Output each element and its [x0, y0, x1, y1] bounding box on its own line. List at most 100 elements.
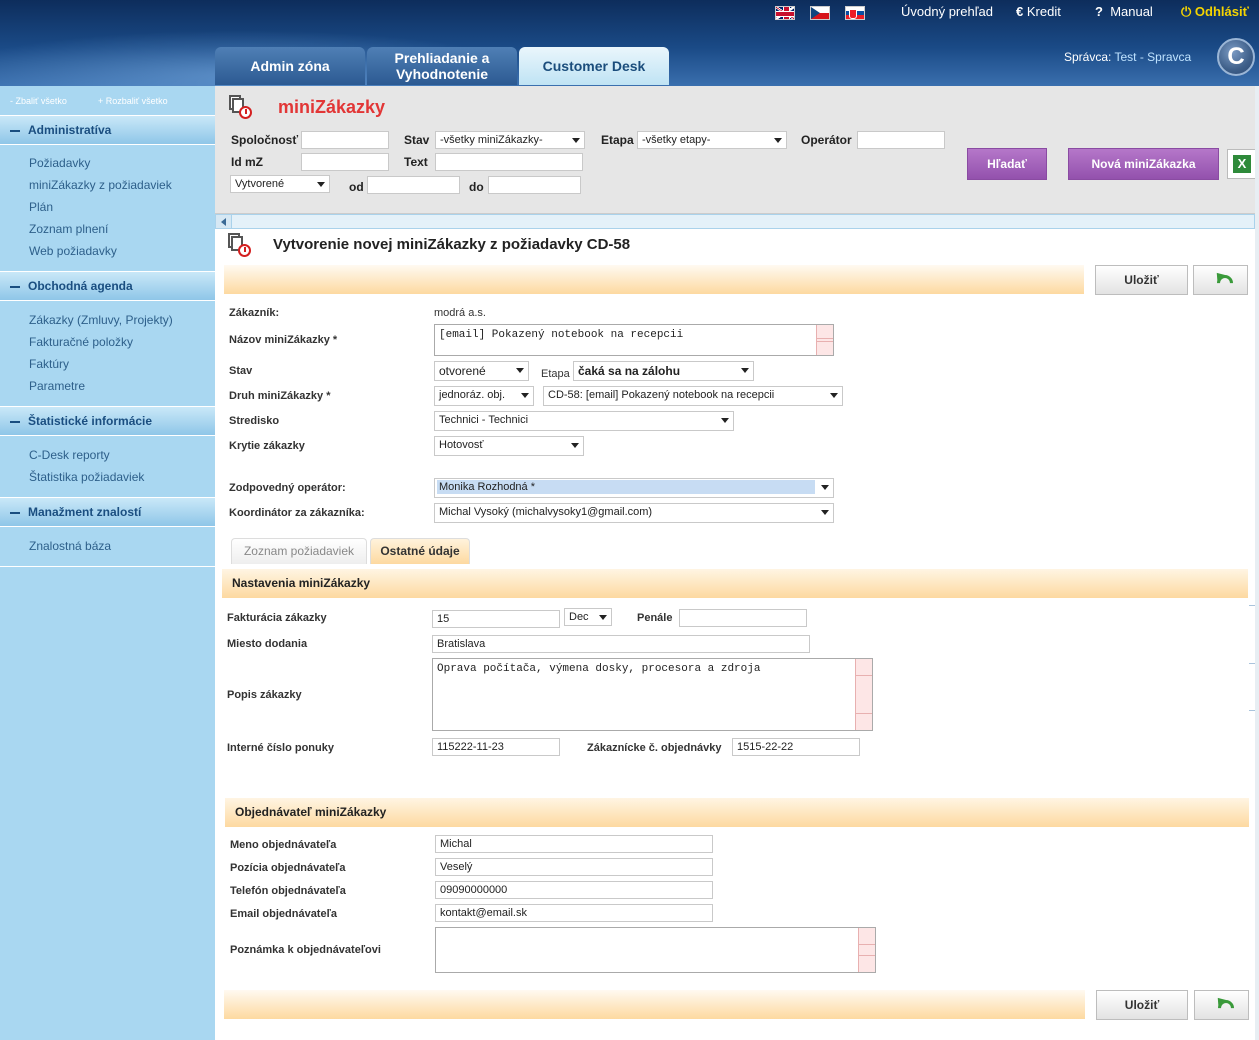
expand-all-link[interactable]: + Rozbaliť všetko: [98, 96, 168, 106]
cz-flag-icon[interactable]: [810, 6, 830, 20]
scroll-left-icon[interactable]: [216, 215, 232, 228]
back-button-bottom[interactable]: [1194, 990, 1249, 1020]
manual-link-label: Manual: [1110, 4, 1153, 19]
name-label: Názov miniZákazky *: [229, 334, 338, 346]
billing-unit-select[interactable]: Dec: [564, 608, 612, 626]
billing-input[interactable]: 15: [432, 610, 560, 628]
sidebar-item-cdesk-reporty[interactable]: C-Desk reporty: [29, 448, 110, 462]
toolbar-bar-top: [224, 265, 1084, 294]
request-select[interactable]: CD-58: [email] Pokazený notebook na rece…: [543, 386, 843, 406]
orderer-phone-input[interactable]: 09090000000: [435, 881, 713, 899]
order-input[interactable]: 1515-22-22: [732, 738, 860, 756]
sidebar-section-manazment-znalosti[interactable]: Manažment znalostí: [0, 497, 215, 527]
operator-input[interactable]: [857, 131, 945, 149]
sidebar-section-statisticke-informacie[interactable]: Štatistické informácie: [0, 406, 215, 436]
text-input[interactable]: [435, 153, 583, 171]
operator-label: Operátor: [801, 133, 852, 147]
orderer-email-input[interactable]: kontakt@email.sk: [435, 904, 713, 922]
to-label: do: [469, 180, 484, 194]
horizontal-scrollbar[interactable]: [215, 214, 1255, 229]
id-input[interactable]: [301, 153, 389, 171]
coverage-select[interactable]: Hotovosť: [434, 436, 584, 456]
date-to-input[interactable]: [488, 176, 581, 194]
sidebar-item-plan[interactable]: Plán: [29, 200, 53, 214]
tab-other-data[interactable]: Ostatné údaje: [370, 538, 470, 564]
sidebar-item-minizakazky[interactable]: miniZákazky z požiadaviek: [29, 178, 172, 192]
header: Úvodný prehľad € Kredit ? Manual ⏻ Odhlá…: [0, 0, 1259, 86]
stage-label: Etapa: [541, 368, 570, 380]
stage-select[interactable]: čaká sa na zálohu: [573, 361, 754, 381]
page-title: Vytvorenie novej miniZákazky z požiadavk…: [273, 236, 631, 253]
orderer-email-label: Email objednávateľa: [230, 908, 337, 920]
company-input[interactable]: [301, 131, 389, 149]
offer-input[interactable]: 115222-11-23: [432, 738, 560, 756]
admin-name: Test - Spravca: [1114, 50, 1192, 64]
tab-customer-desk[interactable]: Customer Desk: [519, 47, 669, 85]
orderer-position-input[interactable]: Veselý: [435, 858, 713, 876]
manual-link[interactable]: ? Manual: [1095, 4, 1153, 19]
operator-select[interactable]: Monika Rozhodná *: [434, 478, 834, 498]
collapse-icon: [10, 511, 20, 514]
credit-link[interactable]: € Kredit: [1016, 4, 1061, 19]
back-button-top[interactable]: [1193, 265, 1248, 295]
penalty-input[interactable]: [679, 609, 807, 627]
sidebar-item-znalostna-baza[interactable]: Znalostná báza: [29, 539, 111, 553]
sk-flag-icon[interactable]: [845, 6, 865, 20]
offer-label: Interné číslo ponuky: [227, 742, 334, 754]
penalty-label: Penále: [637, 612, 673, 624]
orderer-note-textarea[interactable]: [435, 927, 876, 973]
status-label: Stav: [404, 133, 430, 147]
type-label: Druh miniZákazky *: [229, 390, 331, 402]
status-select[interactable]: -všetky miniZákazky-: [435, 131, 585, 149]
excel-export-button[interactable]: X: [1227, 149, 1257, 179]
coordinator-label: Koordinátor za zákazníka:: [229, 507, 365, 519]
type-select[interactable]: jednoráz. obj.: [434, 386, 534, 406]
en-flag-icon[interactable]: [775, 6, 795, 20]
logout-link-label: Odhlásiť: [1194, 4, 1249, 19]
orderer-section-header: Objednávateľ miniZákazky: [225, 798, 1249, 827]
sidebar-item-statistika-poziadaviek[interactable]: Štatistika požiadaviek: [29, 470, 144, 484]
coordinator-select[interactable]: Michal Vysoký (michalvysoky1@gmail.com): [434, 503, 834, 523]
sidebar-item-poziadavky[interactable]: Požiadavky: [29, 156, 90, 170]
center-select[interactable]: Technici - Technici: [434, 411, 734, 431]
logout-link[interactable]: ⏻ Odhlásiť: [1181, 4, 1249, 20]
right-edge: [1255, 86, 1259, 1040]
description-textarea[interactable]: Oprava počítača, výmena dosky, procesora…: [432, 658, 873, 731]
sidebar-item-fakturacne-polozky[interactable]: Fakturačné položky: [29, 335, 133, 349]
sidebar-item-zoznam-plneni[interactable]: Zoznam plnení: [29, 222, 108, 236]
save-button-top[interactable]: Uložiť: [1095, 265, 1188, 295]
date-type-select[interactable]: Vytvorené: [230, 175, 330, 193]
sidebar-section-title: Manažment znalostí: [28, 505, 142, 519]
billing-label: Fakturácia zákazky: [227, 612, 327, 624]
search-button[interactable]: Hľadať: [967, 148, 1047, 180]
name-textarea-scrollbar[interactable]: [816, 325, 833, 355]
orderer-name-input[interactable]: Michal: [435, 835, 713, 853]
save-button-bottom[interactable]: Uložiť: [1096, 990, 1188, 1020]
place-input[interactable]: Bratislava: [432, 635, 810, 653]
order-label: Zákaznícke č. objednávky: [587, 742, 722, 754]
from-label: od: [349, 180, 364, 194]
note-textarea-scrollbar[interactable]: [858, 928, 875, 972]
sidebar-section-obchodna-agenda[interactable]: Obchodná agenda: [0, 271, 215, 301]
date-from-input[interactable]: [367, 176, 460, 194]
sidebar-section-title: Štatistické informácie: [28, 414, 153, 428]
overview-link[interactable]: Úvodný prehľad: [901, 4, 993, 19]
sidebar-item-parametre[interactable]: Parametre: [29, 379, 85, 393]
stage-select[interactable]: -všetky etapy-: [637, 131, 787, 149]
new-minizakazka-button[interactable]: Nová miniZákazka: [1068, 148, 1219, 180]
sidebar-item-web-poziadavky[interactable]: Web požiadavky: [29, 244, 117, 258]
name-textarea[interactable]: [email] Pokazený notebook na recepcii: [434, 324, 834, 356]
admin-label: Správca:: [1064, 50, 1112, 64]
collapse-all-link[interactable]: - Zbaliť všetko: [10, 96, 67, 106]
tab-admin-zone[interactable]: Admin zóna: [215, 47, 365, 85]
minizakazky-icon: [229, 95, 252, 119]
sidebar-item-zakazky[interactable]: Zákazky (Zmluvy, Projekty): [29, 313, 173, 327]
tab-request-list[interactable]: Zoznam požiadaviek: [231, 538, 367, 564]
status-select[interactable]: otvorené: [434, 361, 529, 381]
sidebar-item-faktury[interactable]: Faktúry: [29, 357, 69, 371]
operator-value: Monika Rozhodná *: [437, 480, 815, 494]
euro-icon: €: [1016, 4, 1024, 19]
sidebar-section-administrativa[interactable]: Administratíva: [0, 115, 215, 145]
description-textarea-scrollbar[interactable]: [855, 659, 872, 730]
tab-browse-evaluate[interactable]: Prehliadanie a Vyhodnotenie: [367, 47, 517, 85]
